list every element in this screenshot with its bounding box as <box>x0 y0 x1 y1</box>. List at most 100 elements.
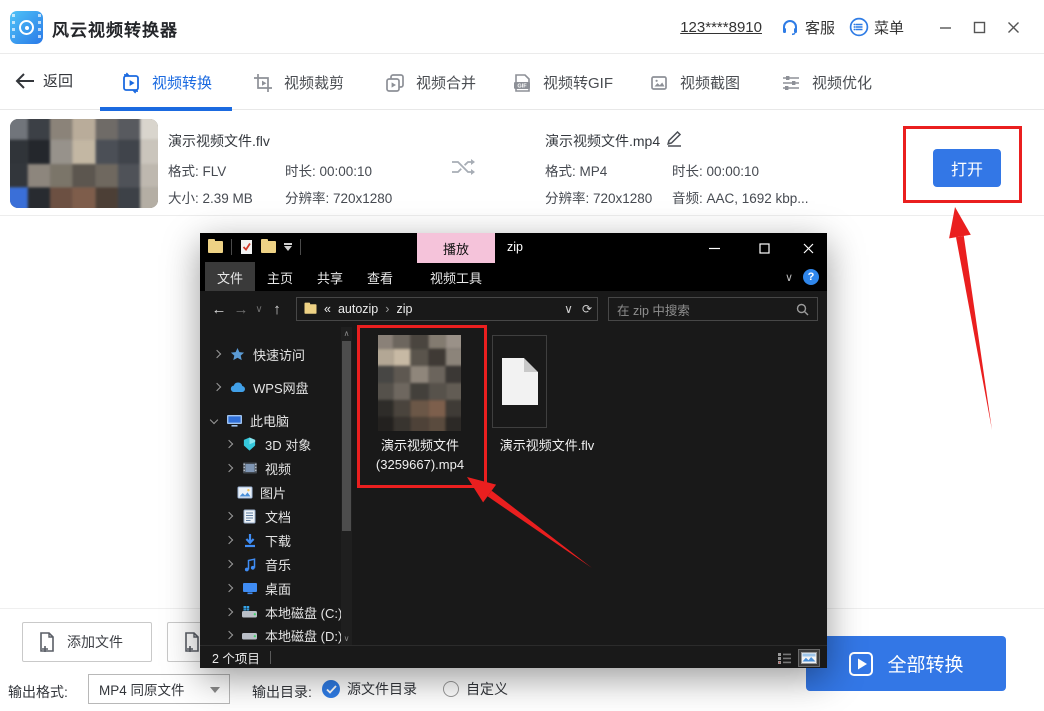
disk-c-icon <box>241 604 258 620</box>
explorer-close-button[interactable] <box>791 233 825 263</box>
sidebar-label: 此电脑 <box>250 411 289 430</box>
menu-file[interactable]: 文件 <box>205 262 255 293</box>
refresh-icon[interactable]: ⟳ <box>582 302 592 316</box>
explorer-menubar: 文件 主页 共享 查看 视频工具 <box>200 263 827 291</box>
source-video-thumbnail <box>10 119 158 208</box>
pictures-icon <box>236 484 253 500</box>
scrollbar-thumb[interactable] <box>342 341 351 531</box>
tab-video-merge[interactable]: 视频合并 <box>364 55 496 110</box>
menu-home[interactable]: 主页 <box>255 262 305 293</box>
help-icon[interactable]: ? <box>803 269 819 285</box>
open-button[interactable]: 打开 <box>933 149 1001 187</box>
documents-icon <box>241 508 258 524</box>
sidebar-item-music[interactable]: 音乐 <box>226 553 291 575</box>
sidebar-label: 3D 对象 <box>265 435 311 454</box>
details-view-button[interactable] <box>773 649 795 667</box>
output-format-value: MP4 同原文件 <box>99 679 185 699</box>
sidebar-item-quick-access[interactable]: 快速访问 <box>214 343 305 365</box>
tab-label: 视频合并 <box>416 72 476 93</box>
sidebar-item-this-pc[interactable]: 此电脑 <box>211 409 289 431</box>
address-dropdown-icon[interactable]: ∨ <box>564 302 573 316</box>
explorer-maximize-button[interactable] <box>747 233 781 263</box>
add-file-label: 添加文件 <box>67 632 123 652</box>
sidebar-scrollbar[interactable]: ∧ ∨ <box>341 327 352 645</box>
sidebar-item-downloads[interactable]: 下载 <box>226 529 291 551</box>
sidebar-item-desktop[interactable]: 桌面 <box>226 577 291 599</box>
radio-custom-dir[interactable]: 自定义 <box>443 679 508 699</box>
close-button[interactable] <box>1000 14 1026 40</box>
thumbnail-view-button[interactable] <box>798 649 820 667</box>
videos-icon <box>241 460 258 476</box>
path-collapsed[interactable]: « <box>324 302 331 316</box>
sidebar-item-disk-c[interactable]: 本地磁盘 (C:) <box>226 601 342 623</box>
nav-back-icon[interactable]: ← <box>208 301 230 318</box>
menu-share[interactable]: 共享 <box>305 262 355 293</box>
file-flv-tile[interactable] <box>492 335 547 428</box>
explorer-minimize-button[interactable] <box>697 233 731 263</box>
video-to-gif-icon: GIF <box>511 72 533 94</box>
tab-video-screenshot[interactable]: 视频截图 <box>628 55 760 110</box>
sidebar-label: 音乐 <box>265 555 291 574</box>
source-filename: 演示视频文件.flv <box>168 131 270 151</box>
folder-icon[interactable] <box>208 241 223 253</box>
radio-unchecked-icon <box>443 681 459 697</box>
ribbon-expand-icon[interactable]: ∨ <box>785 271 793 284</box>
tab-video-optimize[interactable]: 视频优化 <box>760 55 892 110</box>
gif-badge-text: GIF <box>517 83 527 89</box>
file-video-thumbnail[interactable] <box>378 335 461 431</box>
file-name-line1[interactable]: 演示视频文件 <box>360 435 480 454</box>
source-resolution: 分辨率: 720x1280 <box>285 187 392 207</box>
feature-tabbar: 返回 视频转换 视频裁剪 视频合并 GIF 视频转GIF 视频截图 <box>0 55 1044 110</box>
back-label: 返回 <box>43 70 73 91</box>
add-folder-icon <box>182 631 202 653</box>
menu-button[interactable]: 菜单 <box>849 17 904 38</box>
video-convert-icon <box>120 72 142 94</box>
tab-video-convert[interactable]: 视频转换 <box>100 55 232 110</box>
address-folder-icon <box>305 304 317 314</box>
search-input[interactable]: 在 zip 中搜索 <box>608 297 818 321</box>
radio-label: 自定义 <box>466 679 508 699</box>
tab-video-to-gif[interactable]: GIF 视频转GIF <box>496 55 628 110</box>
menu-label: 菜单 <box>874 17 904 38</box>
edit-filename-icon[interactable] <box>666 129 683 147</box>
path-crumb[interactable]: autozip <box>338 302 378 316</box>
menu-video-tools[interactable]: 视频工具 <box>417 262 495 293</box>
minimize-button[interactable] <box>932 14 958 40</box>
qat-dropdown-icon[interactable] <box>284 243 292 250</box>
sidebar-label: 文档 <box>265 507 291 526</box>
sidebar-label: 图片 <box>260 483 286 502</box>
output-format-select[interactable]: MP4 同原文件 <box>88 674 230 704</box>
sidebar-item-pictures[interactable]: 图片 <box>226 481 286 503</box>
cloud-icon <box>229 379 246 395</box>
customer-service-button[interactable]: 客服 <box>780 17 835 38</box>
sidebar-item-disk-d[interactable]: 本地磁盘 (D:) <box>226 624 342 646</box>
sidebar-item-documents[interactable]: 文档 <box>226 505 291 527</box>
nav-up-icon[interactable]: ↑ <box>266 301 288 318</box>
file-name[interactable]: 演示视频文件.flv <box>487 435 607 454</box>
path-crumb[interactable]: zip <box>396 302 412 316</box>
sidebar-item-3d-objects[interactable]: 3D 对象 <box>226 433 311 455</box>
video-crop-icon <box>252 72 274 94</box>
maximize-button[interactable] <box>966 14 992 40</box>
back-button[interactable]: 返回 <box>15 70 73 91</box>
nav-forward-icon[interactable]: → <box>230 301 252 318</box>
source-format: 格式: FLV <box>168 160 226 180</box>
address-input[interactable]: « autozip › zip ∨ ⟳ <box>296 297 598 321</box>
convert-all-button[interactable]: 全部转换 <box>806 636 1006 691</box>
account-link[interactable]: 123****8910 <box>680 19 762 36</box>
play-context-tab[interactable]: 播放 <box>417 233 495 263</box>
file-name-line2[interactable]: (3259667).mp4 <box>360 457 480 472</box>
tab-video-crop[interactable]: 视频裁剪 <box>232 55 364 110</box>
explorer-addressbar: ← → ∨ ↑ « autozip › zip ∨ ⟳ 在 zip 中搜索 <box>200 291 827 327</box>
output-format-label: 输出格式: <box>8 682 68 702</box>
nav-history-icon[interactable]: ∨ <box>252 304 266 315</box>
menu-view[interactable]: 查看 <box>355 262 405 293</box>
sidebar-item-videos[interactable]: 视频 <box>226 457 291 479</box>
sidebar-item-wps-cloud[interactable]: WPS网盘 <box>214 376 309 398</box>
downloads-icon <box>241 532 258 548</box>
convert-all-label: 全部转换 <box>887 650 963 677</box>
radio-source-dir[interactable]: 源文件目录 <box>322 679 417 699</box>
folder-icon[interactable] <box>261 241 276 253</box>
checked-page-icon[interactable] <box>240 239 253 255</box>
add-file-button[interactable]: 添加文件 <box>22 622 152 662</box>
